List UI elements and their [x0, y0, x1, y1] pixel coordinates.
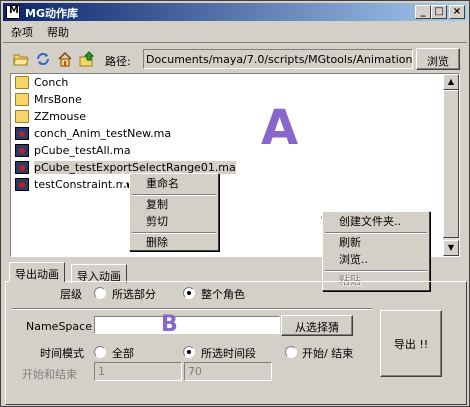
namespace-input[interactable] [94, 316, 280, 334]
app-icon [6, 5, 20, 19]
maya-file-icon [15, 144, 29, 157]
annotation-label-b: B [161, 312, 178, 337]
level-selected-label: 所选部分 [112, 288, 156, 301]
menu-help[interactable]: 帮助 [47, 24, 69, 40]
maya-file-icon [15, 127, 29, 140]
file-name: testConstraint.ma [34, 178, 134, 191]
time-selected-range-label: 所选时间段 [201, 347, 256, 360]
title-bar[interactable]: MG动作库 _ □ × [3, 3, 467, 21]
time-start-end-label: 开始/ 结束 [302, 347, 354, 360]
menu-item-refresh[interactable]: 刷新 [323, 234, 429, 251]
start-end-label: 开始和结束 [22, 368, 77, 381]
maya-file-icon [15, 161, 29, 174]
time-all-label: 全部 [112, 347, 134, 360]
window-title: MG动作库 [25, 7, 78, 20]
menu-item-delete[interactable]: 删除 [130, 234, 218, 251]
menu-item-cut[interactable]: 剪切 [130, 213, 218, 230]
export-button[interactable]: 导出 !! [380, 310, 442, 377]
time-mode-label: 时间模式 [40, 347, 84, 360]
file-name: pCube_testAll.ma [34, 144, 131, 157]
level-whole-radio[interactable] [183, 287, 195, 299]
time-all-radio[interactable] [94, 346, 106, 358]
level-whole-label: 整个角色 [201, 288, 245, 301]
folder-icon [15, 76, 29, 89]
divider [12, 308, 372, 310]
scroll-up-icon[interactable]: ▲ [443, 74, 459, 90]
scroll-down-icon[interactable]: ▼ [443, 240, 459, 256]
vertical-scrollbar[interactable]: ▲ ▼ [443, 74, 459, 256]
time-start-end-radio[interactable] [285, 346, 297, 358]
level-selected-radio[interactable] [94, 287, 106, 299]
list-context-menu: 创建文件夹.. 刷新 浏览.. 粘贴 [322, 211, 430, 291]
home-icon[interactable] [57, 51, 73, 67]
tab-export[interactable]: 导出动画 [9, 262, 65, 282]
menu-item-new-folder[interactable]: 创建文件夹.. [323, 213, 429, 230]
refresh-icon[interactable] [35, 51, 51, 67]
toolbar: 路径: Documents/maya/7.0/scripts/MGtools/A… [3, 42, 467, 72]
file-context-menu: 重命名 复制 剪切 删除 [129, 173, 219, 251]
close-button[interactable]: × [449, 5, 465, 19]
open-folder-icon[interactable] [13, 51, 29, 67]
file-name: conch_Anim_testNew.ma [34, 127, 172, 140]
export-panel: 层级 所选部分 整个角色 NameSpace 从选择猜 时间模式 全部 所选时间… [5, 281, 467, 405]
scroll-thumb[interactable] [443, 90, 459, 238]
main-window: MG动作库 _ □ × 杂项 帮助 路径: Documents/maya/7.0… [0, 0, 470, 407]
file-name: ZZmouse [34, 110, 86, 123]
maya-file-icon [15, 178, 29, 191]
folder-icon [15, 110, 29, 123]
path-field[interactable]: Documents/maya/7.0/scripts/MGtools/Anima… [143, 49, 413, 69]
menu-bar: 杂项 帮助 [3, 22, 467, 40]
annotation-label-a: A [261, 100, 299, 156]
start-frame-input[interactable]: 1 [94, 362, 182, 381]
file-name: MrsBone [34, 93, 82, 106]
file-name: Conch [34, 76, 69, 89]
maximize-button[interactable]: □ [431, 5, 447, 19]
minimize-button[interactable]: _ [415, 5, 431, 19]
time-selected-range-radio[interactable] [183, 346, 195, 358]
folder-icon [15, 93, 29, 106]
browse-button[interactable]: 浏览 [416, 48, 460, 70]
menu-item-copy[interactable]: 复制 [130, 196, 218, 213]
guess-from-selection-button[interactable]: 从选择猜 [281, 315, 353, 336]
path-label: 路径: [105, 55, 131, 68]
level-label: 层级 [60, 288, 82, 301]
up-folder-icon[interactable] [79, 51, 95, 67]
namespace-label: NameSpace [26, 320, 92, 333]
menu-misc[interactable]: 杂项 [11, 24, 33, 40]
menu-item-rename[interactable]: 重命名 [130, 175, 218, 192]
end-frame-input[interactable]: 70 [184, 362, 272, 381]
menu-item-browse[interactable]: 浏览.. [323, 251, 429, 268]
